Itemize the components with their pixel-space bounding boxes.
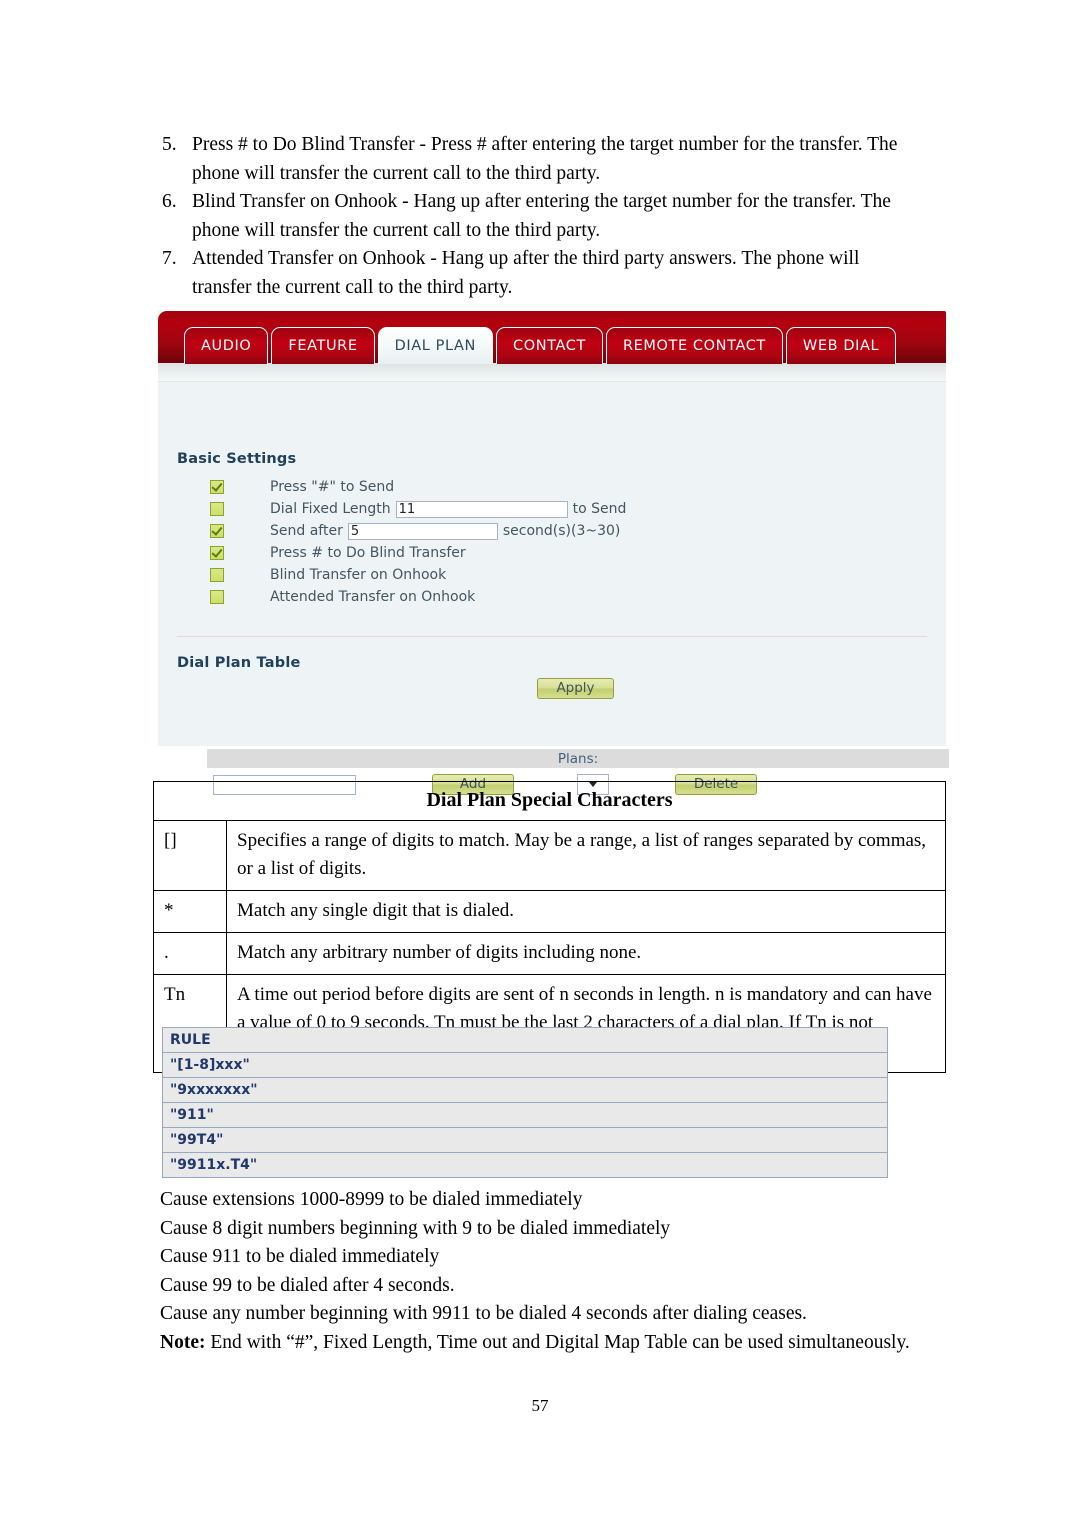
- setting-row: Send after second(s)(3~30): [210, 520, 626, 542]
- special-character-symbol: *: [153, 890, 227, 933]
- ui-header-bar: AUDIO FEATURE DIAL PLAN CONTACT REMOTE CONTA…: [158, 311, 946, 364]
- checkbox-attended-transfer-on-onhook[interactable]: [210, 590, 224, 604]
- basic-settings-title: Basic Settings: [177, 451, 297, 467]
- ui-content-area: Basic Settings Press "#" to Send Dial Fix…: [158, 382, 949, 795]
- setting-row: Attended Transfer on Onhook: [210, 586, 626, 608]
- rule-value: "9xxxxxxx": [162, 1078, 888, 1103]
- dial-fixed-length-input[interactable]: [395, 500, 568, 518]
- instruction-item: 5. Press # to Do Blind Transfer - Press #…: [158, 131, 918, 188]
- setting-row: Press # to Do Blind Transfer: [210, 542, 626, 564]
- special-character-symbol: .: [153, 932, 227, 975]
- setting-label-prefix: Send after: [270, 523, 343, 539]
- rule-table-header-row: RULE: [162, 1027, 888, 1053]
- rule-table-row: "9xxxxxxx": [162, 1078, 888, 1103]
- instruction-item: 6. Blind Transfer on Onhook - Hang up aft…: [158, 188, 918, 245]
- checkbox-press-to-do-blind-transfer[interactable]: [210, 546, 224, 560]
- rule-value: "911": [162, 1103, 888, 1128]
- rule-table: RULE "[1-8]xxx" "9xxxxxxx" "911" "99T4" "9911…: [162, 1027, 888, 1178]
- tab-audio[interactable]: AUDIO: [184, 327, 269, 364]
- special-character-description: Specifies a range of digits to match. Ma…: [226, 820, 946, 891]
- note-label: Note:: [160, 1331, 206, 1353]
- special-character-symbol: []: [153, 820, 227, 891]
- setting-label: Press "#" to Send: [270, 479, 395, 495]
- page-number: 57: [531, 1396, 549, 1415]
- checkbox-dial-fixed-length[interactable]: [210, 502, 224, 516]
- setting-row: Blind Transfer on Onhook: [210, 564, 626, 586]
- plans-column-header: Plans:: [207, 749, 949, 768]
- tab-feature[interactable]: FEATURE: [271, 327, 375, 364]
- apply-button[interactable]: Apply: [537, 678, 614, 699]
- checkbox-blind-transfer-on-onhook[interactable]: [210, 568, 224, 582]
- tab-contact[interactable]: CONTACT: [495, 327, 603, 364]
- instruction-text: Press # to Do Blind Transfer - Press # a…: [192, 134, 898, 184]
- instruction-list: 5. Press # to Do Blind Transfer - Press #…: [158, 131, 918, 302]
- instruction-number: 7.: [162, 248, 177, 269]
- rule-table-row: "911": [162, 1103, 888, 1128]
- explanation-line: Cause 911 to be dialed immediately: [160, 1246, 440, 1267]
- explanation-line: Cause 8 digit numbers beginning with 9 t…: [160, 1217, 671, 1239]
- ui-subheader-bar: [158, 363, 946, 382]
- checkbox-press-to-send[interactable]: [210, 480, 224, 494]
- setting-row: Dial Fixed Length to Send: [210, 498, 626, 520]
- tab-remote-contact[interactable]: REMOTE CONTACT: [605, 327, 783, 364]
- note-paragraph: Note: End with “#”, Fixed Length, Time o…: [160, 1329, 940, 1358]
- instruction-text: Attended Transfer on Onhook - Hang up af…: [192, 248, 860, 298]
- rule-value: "[1-8]xxx": [162, 1053, 888, 1078]
- setting-label-suffix: to Send: [572, 501, 627, 517]
- special-character-description: Match any single digit that is dialed.: [226, 890, 946, 933]
- tab-dial-plan[interactable]: DIAL PLAN: [377, 327, 493, 364]
- explanation-line: Cause 99 to be dialed after 4 seconds.: [160, 1274, 455, 1296]
- rule-value: "9911x.T4": [162, 1153, 888, 1178]
- setting-label: Press # to Do Blind Transfer: [270, 545, 466, 561]
- basic-settings-rows: Press "#" to Send Dial Fixed Length to Sen…: [210, 476, 626, 608]
- explanation-line: Cause any number beginning with 9911 to …: [160, 1303, 807, 1324]
- setting-label-prefix: Dial Fixed Length: [270, 501, 391, 517]
- explanation-line: Cause extensions 1000-8999 to be dialed …: [160, 1189, 583, 1210]
- rule-table-header: RULE: [162, 1027, 888, 1053]
- special-character-description: Match any arbitrary number of digits inc…: [226, 932, 946, 975]
- special-characters-table-title: Dial Plan Special Characters: [153, 781, 946, 821]
- table-row: [] Specifies a range of digits to match. …: [153, 820, 946, 891]
- instruction-item: 7. Attended Transfer on Onhook - Hang up …: [158, 245, 918, 302]
- rule-value: "99T4": [162, 1128, 888, 1153]
- setting-label: Blind Transfer on Onhook: [270, 567, 447, 583]
- tab-strip: AUDIO FEATURE DIAL PLAN CONTACT REMOTE CONTA…: [184, 327, 897, 364]
- dial-plan-table-title: Dial Plan Table: [177, 655, 301, 671]
- instruction-text: Blind Transfer on Onhook - Hang up after…: [192, 191, 891, 241]
- rule-table-row: "[1-8]xxx": [162, 1053, 888, 1078]
- rule-table-row: "99T4": [162, 1128, 888, 1153]
- tab-web-dial[interactable]: WEB DIAL: [785, 327, 897, 364]
- rule-table-row: "9911x.T4": [162, 1153, 888, 1178]
- table-row: * Match any single digit that is dialed.: [153, 890, 946, 933]
- section-divider: [177, 636, 927, 637]
- checkbox-send-after[interactable]: [210, 524, 224, 538]
- instruction-number: 6.: [162, 191, 177, 212]
- table-row: . Match any arbitrary number of digits in…: [153, 932, 946, 975]
- explanation-paragraphs: Cause extensions 1000-8999 to be dialed …: [160, 1186, 940, 1357]
- web-ui-screenshot: AUDIO FEATURE DIAL PLAN CONTACT REMOTE CONTA…: [158, 311, 949, 795]
- setting-row: Press "#" to Send: [210, 476, 626, 498]
- instruction-number: 5.: [162, 134, 177, 155]
- setting-label-suffix: second(s)(3~30): [502, 523, 621, 539]
- note-text: End with “#”, Fixed Length, Time out and…: [205, 1331, 910, 1353]
- setting-label: Attended Transfer on Onhook: [270, 589, 476, 605]
- send-after-input[interactable]: [347, 522, 498, 540]
